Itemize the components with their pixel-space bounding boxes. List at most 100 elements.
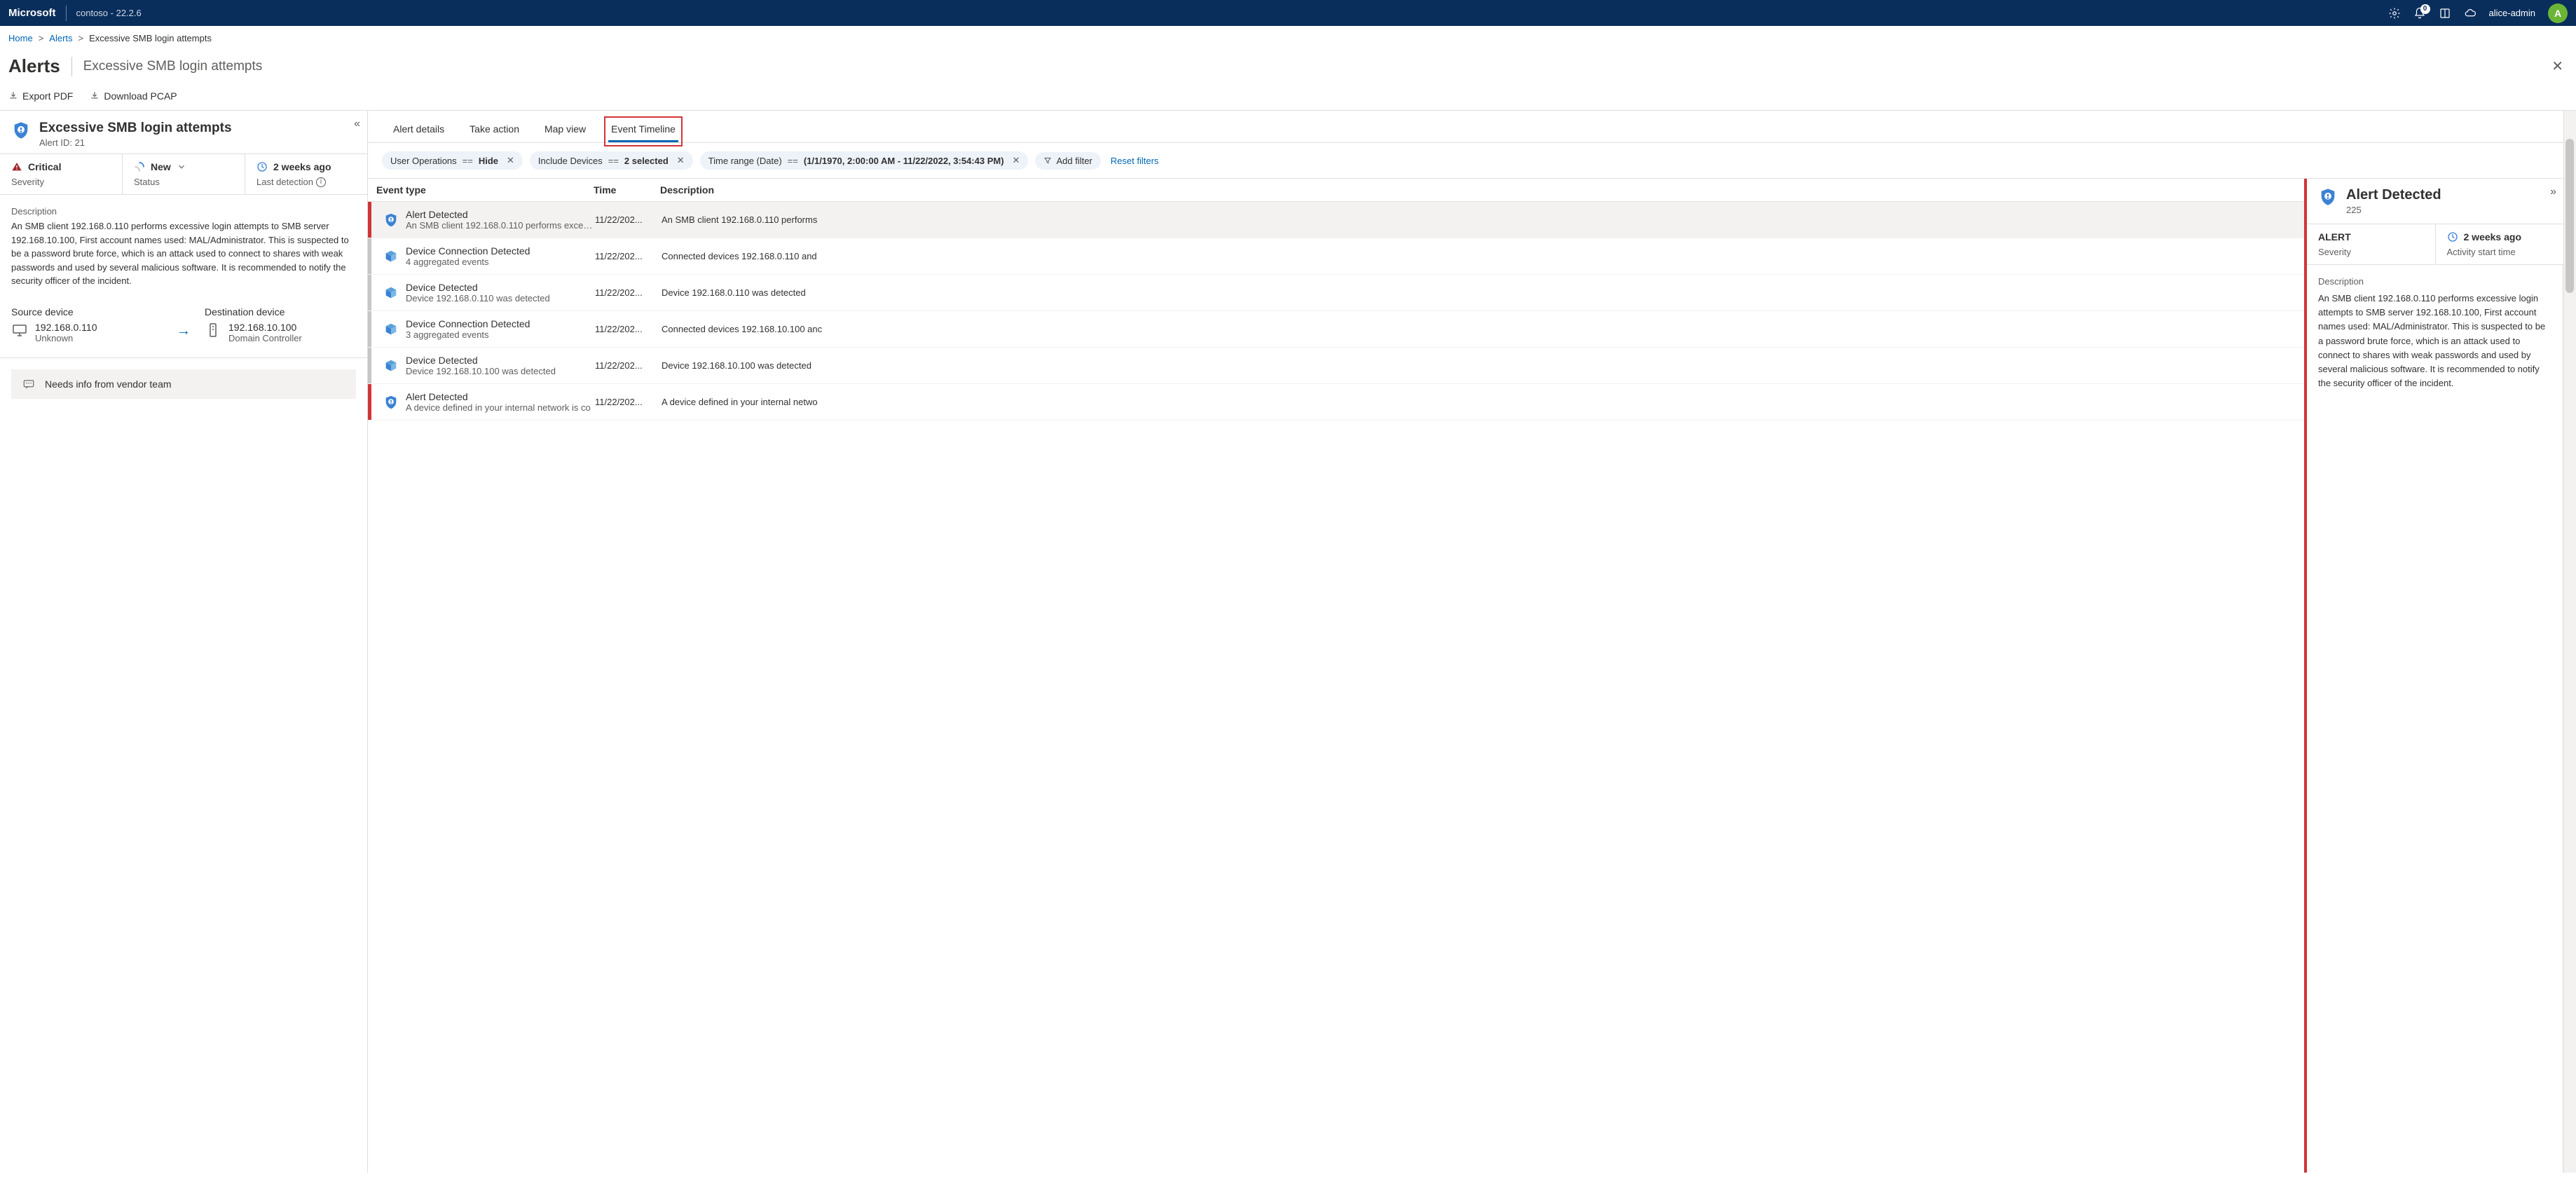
- filter-eq: ==: [788, 156, 798, 166]
- cube-icon: [383, 358, 399, 374]
- reset-filters-link[interactable]: Reset filters: [1108, 156, 1159, 166]
- main-layout: Excessive SMB login attempts Alert ID: 2…: [0, 111, 2576, 1173]
- row-title: Device Connection Detected: [406, 245, 595, 257]
- monitor-icon: [11, 322, 28, 339]
- row-time: 11/22/202...: [595, 214, 662, 225]
- last-detection-value: 2 weeks ago: [273, 161, 331, 172]
- funnel-icon: [1043, 156, 1052, 165]
- description-label: Description: [11, 206, 356, 217]
- row-subtitle: 3 aggregated events: [406, 329, 595, 340]
- breadcrumb-alerts[interactable]: Alerts: [49, 33, 72, 43]
- export-pdf-button[interactable]: Export PDF: [8, 90, 73, 102]
- export-pdf-label: Export PDF: [22, 90, 73, 102]
- row-stripe: [368, 275, 371, 310]
- col-event-type[interactable]: Event type: [376, 184, 594, 196]
- filter-chip-devices[interactable]: Include Devices == 2 selected ✕: [530, 151, 693, 170]
- scroll-thumb[interactable]: [2565, 139, 2574, 293]
- note-text: Needs info from vendor team: [45, 378, 172, 390]
- row-time: 11/22/202...: [595, 360, 662, 371]
- row-title: Alert Detected: [406, 391, 595, 402]
- filter-eq: ==: [463, 156, 473, 166]
- page-subtitle: Excessive SMB login attempts: [83, 59, 263, 74]
- filter-remove-icon[interactable]: ✕: [504, 155, 514, 166]
- filter-chip-timerange[interactable]: Time range (Date) == (1/1/1970, 2:00:00 …: [700, 151, 1029, 170]
- filter-key: User Operations: [390, 156, 457, 166]
- detail-desc-label: Description: [2318, 275, 2551, 289]
- info-icon[interactable]: i: [316, 177, 326, 187]
- row-title: Device Connection Detected: [406, 318, 595, 329]
- detail-severity-value: ALERT: [2318, 231, 2351, 243]
- table-row[interactable]: Alert DetectedA device defined in your i…: [368, 384, 2304, 421]
- col-time[interactable]: Time: [594, 184, 660, 196]
- user-name: alice-admin: [2489, 8, 2535, 18]
- filter-chip-user-ops[interactable]: User Operations == Hide ✕: [382, 151, 523, 170]
- row-subtitle: Device 192.168.10.100 was detected: [406, 366, 595, 376]
- collapse-button[interactable]: «: [354, 118, 360, 130]
- chevron-down-icon[interactable]: [177, 162, 186, 172]
- warning-icon: [11, 161, 22, 172]
- notification-icon[interactable]: 0: [2413, 7, 2426, 20]
- breadcrumb-home[interactable]: Home: [8, 33, 33, 43]
- note-bar[interactable]: Needs info from vendor team: [11, 369, 356, 399]
- destination-device-col: Destination device 192.168.10.100 Domain…: [205, 306, 356, 343]
- row-stripe: [368, 238, 371, 274]
- col-description[interactable]: Description: [660, 184, 2296, 196]
- table-row[interactable]: Device Connection Detected4 aggregated e…: [368, 238, 2304, 275]
- filter-val: (1/1/1970, 2:00:00 AM - 11/22/2022, 3:54…: [804, 156, 1004, 166]
- tabs-bar: Alert details Take action Map view Event…: [368, 111, 2563, 143]
- row-subtitle: A device defined in your internal networ…: [406, 402, 595, 413]
- table-row[interactable]: Device DetectedDevice 192.168.0.110 was …: [368, 275, 2304, 311]
- filters-bar: User Operations == Hide ✕ Include Device…: [368, 143, 2563, 179]
- destination-device-label: Destination device: [205, 306, 356, 318]
- cube-icon: [383, 285, 399, 301]
- row-description: Device 192.168.0.110 was detected: [662, 287, 2296, 298]
- severity-label: Severity: [11, 177, 111, 187]
- detail-stats: ALERT Severity 2 weeks ago Activity star…: [2307, 224, 2563, 265]
- row-subtitle: An SMB client 192.168.0.110 performs exc…: [406, 220, 595, 231]
- download-pcap-button[interactable]: Download PCAP: [90, 90, 177, 102]
- divider: [71, 57, 72, 76]
- right-panel: Alert details Take action Map view Event…: [368, 111, 2563, 1173]
- close-button[interactable]: ✕: [2547, 53, 2568, 79]
- expand-button[interactable]: »: [2550, 186, 2556, 198]
- filter-remove-icon[interactable]: ✕: [1010, 155, 1020, 166]
- table-row[interactable]: Alert DetectedAn SMB client 192.168.0.11…: [368, 202, 2304, 238]
- brand-label: Microsoft: [8, 7, 56, 19]
- notification-badge: 0: [2420, 4, 2430, 14]
- breadcrumb: Home > Alerts > Excessive SMB login atte…: [0, 26, 2576, 50]
- command-bar: Export PDF Download PCAP: [0, 86, 2576, 110]
- alert-id: Alert ID: 21: [39, 137, 232, 148]
- filter-eq: ==: [608, 156, 619, 166]
- row-stripe: [368, 348, 371, 383]
- tab-take-action[interactable]: Take action: [467, 121, 522, 142]
- table-row[interactable]: Device Connection Detected3 aggregated e…: [368, 311, 2304, 348]
- page-header: Alerts Excessive SMB login attempts ✕: [0, 50, 2576, 86]
- events-table: Event type Time Description Alert Detect…: [368, 179, 2304, 1173]
- destination-ip: 192.168.10.100: [228, 322, 302, 333]
- detail-title: Alert Detected: [2346, 187, 2441, 203]
- table-row[interactable]: Device DetectedDevice 192.168.10.100 was…: [368, 348, 2304, 384]
- tab-alert-details[interactable]: Alert details: [390, 121, 447, 142]
- avatar[interactable]: A: [2548, 4, 2568, 23]
- add-filter-button[interactable]: Add filter: [1035, 152, 1100, 170]
- library-icon[interactable]: [2439, 7, 2451, 20]
- row-title: Device Detected: [406, 282, 595, 293]
- comment-icon: [22, 378, 35, 390]
- row-subtitle: Device 192.168.0.110 was detected: [406, 293, 595, 303]
- cloud-icon[interactable]: [2464, 7, 2476, 20]
- table-header: Event type Time Description: [368, 179, 2304, 202]
- tab-map-view[interactable]: Map view: [542, 121, 589, 142]
- row-subtitle: 4 aggregated events: [406, 257, 595, 267]
- event-detail-panel: Alert Detected 225 » ALERT Severity 2 we…: [2304, 179, 2563, 1173]
- filter-remove-icon[interactable]: ✕: [674, 155, 685, 166]
- settings-icon[interactable]: [2388, 7, 2401, 20]
- download-pcap-label: Download PCAP: [104, 90, 177, 102]
- page-scrollbar[interactable]: [2563, 111, 2576, 1173]
- table-and-detail: Event type Time Description Alert Detect…: [368, 179, 2563, 1173]
- top-bar: Microsoft contoso - 22.2.6 0 alice-admin…: [0, 0, 2576, 26]
- source-role: Unknown: [35, 333, 97, 343]
- cube-icon: [383, 322, 399, 337]
- tab-event-timeline[interactable]: Event Timeline: [608, 121, 678, 142]
- last-detection-cell: 2 weeks ago Last detection i: [245, 154, 367, 194]
- detail-severity-label: Severity: [2318, 247, 2424, 257]
